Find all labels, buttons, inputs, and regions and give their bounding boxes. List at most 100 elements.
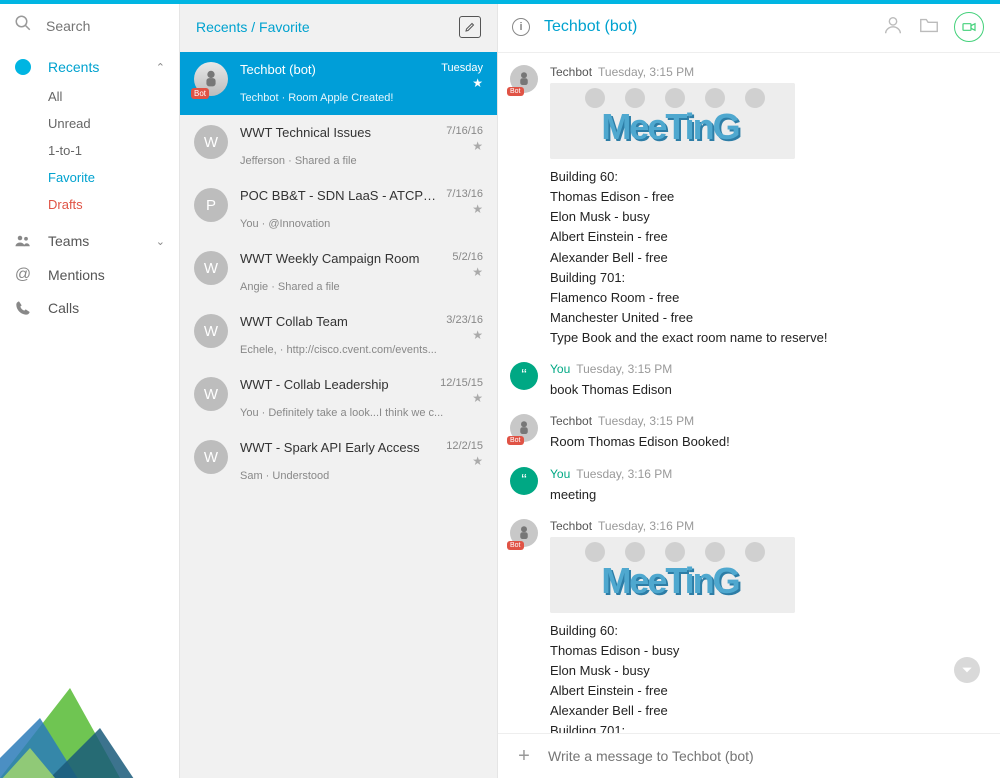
room-name: WWT Collab Team (240, 314, 348, 329)
room-time: 7/16/16 (446, 125, 483, 137)
room-body: WWT Technical Issues7/16/16★Jefferson · … (240, 125, 483, 167)
room-subtitle: Sam · Understood (240, 470, 483, 482)
search-input[interactable] (46, 18, 146, 34)
room-subtitle: Angie · Shared a file (240, 281, 483, 293)
nav-recents[interactable]: Recents ⌃ (0, 51, 179, 83)
nav-sub-drafts[interactable]: Drafts (48, 191, 179, 218)
star-icon[interactable]: ★ (472, 76, 483, 90)
room-time: 7/13/16 (446, 188, 483, 200)
clock-dot-icon (14, 59, 32, 75)
avatar: P (194, 188, 228, 222)
room-item[interactable]: W WWT - Collab Leadership 12/15/15★ You · D… (180, 367, 497, 430)
folder-icon[interactable] (918, 14, 940, 41)
user-avatar-icon: “ (510, 467, 538, 495)
message-text: Building 60:Thomas Edison - freeElon Mus… (550, 167, 984, 348)
user-avatar-icon: “ (510, 362, 538, 390)
nav-teams-label: Teams (48, 233, 140, 249)
star-icon[interactable]: ★ (472, 265, 483, 279)
chat-messages[interactable]: BotTechbotTuesday, 3:15 PMMeeTinGMeeTinG… (498, 53, 1000, 733)
brand-logo-decoration (0, 608, 170, 778)
nav-calls-label: Calls (48, 300, 165, 316)
room-meta: 12/15/15★ (440, 377, 483, 405)
room-name: WWT - Spark API Early Access (240, 440, 420, 455)
message-time: Tuesday, 3:16 PM (576, 467, 672, 481)
room-body: POC BB&T - SDN LaaS - ATCPOC... 7/13/16 ★ Y… (240, 188, 483, 230)
nav-calls[interactable]: Calls (0, 292, 179, 324)
room-list: BotTechbot (bot)Tuesday★Techbot · Room A… (180, 52, 497, 778)
info-icon[interactable]: i (512, 18, 530, 36)
bot-badge: Bot (507, 436, 524, 445)
compose-button[interactable] (459, 16, 481, 38)
room-name: WWT - Collab Leadership (240, 377, 389, 392)
message-input[interactable] (548, 748, 984, 764)
room-time: Tuesday (441, 62, 483, 74)
message-sender: You (550, 362, 570, 376)
chat-message: Bot TechbotTuesday, 3:15 PM MeeTinGMeeTinG… (510, 65, 984, 348)
avatar: W (194, 377, 228, 411)
room-subtitle: You · Definitely take a look...I think w… (240, 407, 483, 419)
message-meta: Techbot Tuesday, 3:15 PM (550, 414, 984, 428)
attach-plus-button[interactable]: + (514, 746, 534, 766)
avatar: W (194, 251, 228, 285)
room-item[interactable]: P POC BB&T - SDN LaaS - ATCPOC... 7/13/16 ★… (180, 178, 497, 241)
bot-avatar-icon: Bot (510, 414, 538, 442)
svg-text:MeeTinG: MeeTinG (601, 106, 738, 147)
room-list-header: Recents / Favorite (180, 4, 497, 52)
star-icon[interactable]: ★ (472, 202, 483, 216)
nav-sub-favorite[interactable]: Favorite (48, 164, 179, 191)
bot-avatar-icon: Bot (510, 65, 538, 93)
room-item[interactable]: WWWT - Spark API Early Access12/2/15★Sam… (180, 430, 497, 493)
nav-teams[interactable]: Teams ⌄ (0, 224, 179, 258)
room-body: Techbot (bot)Tuesday★Techbot · Room Appl… (240, 62, 483, 104)
star-icon[interactable]: ★ (472, 391, 483, 405)
star-icon[interactable]: ★ (472, 328, 483, 342)
room-name: WWT Weekly Campaign Room (240, 251, 419, 266)
room-meta: 12/2/15★ (446, 440, 483, 468)
message-sender: Techbot (550, 414, 592, 428)
message-time: Tuesday, 3:15 PM (576, 362, 672, 376)
room-subtitle: Echele, · http://cisco.cvent.com/events.… (240, 344, 483, 356)
message-time: Tuesday, 3:15 PM (598, 65, 694, 79)
message-text: meeting (550, 485, 984, 505)
room-meta: 7/13/16 ★ (446, 188, 483, 216)
chat-title: Techbot (bot) (544, 18, 868, 36)
room-subtitle: Techbot · Room Apple Created! (240, 92, 483, 104)
phone-icon (14, 300, 32, 316)
video-call-button[interactable] (954, 12, 984, 42)
room-item[interactable]: BotTechbot (bot)Tuesday★Techbot · Room A… (180, 52, 497, 115)
message-meta: You Tuesday, 3:15 PM (550, 362, 984, 376)
scroll-down-button[interactable] (954, 657, 980, 683)
person-icon[interactable] (882, 14, 904, 41)
message-sender: You (550, 467, 570, 481)
room-list-panel: Recents / Favorite BotTechbot (bot)Tuesd… (180, 4, 498, 778)
message-meta: TechbotTuesday, 3:15 PM (550, 65, 984, 79)
meeting-image: MeeTinGMeeTinG (550, 83, 795, 159)
room-body: WWT Collab Team3/23/16★Echele, · http://… (240, 314, 483, 356)
message-body: You Tuesday, 3:16 PM meeting (550, 467, 984, 505)
nav-sub-all[interactable]: All (48, 83, 179, 110)
chat-message: “YouTuesday, 3:15 PMbook Thomas Edison (510, 362, 984, 400)
chat-header-actions (882, 12, 984, 42)
chat-message: BotTechbotTuesday, 3:16 PMMeeTinGMeeTinG… (510, 519, 984, 733)
chat-message: “ You Tuesday, 3:16 PM meeting (510, 467, 984, 505)
message-text: Building 60:Thomas Edison - busyElon Mus… (550, 621, 984, 733)
meeting-image: MeeTinGMeeTinG (550, 537, 795, 613)
nav-mentions[interactable]: @ Mentions (0, 258, 179, 292)
people-icon (14, 232, 32, 250)
avatar: W (194, 125, 228, 159)
nav-sub-unread[interactable]: Unread (48, 110, 179, 137)
star-icon[interactable]: ★ (472, 139, 483, 153)
nav-sub-1-to-1[interactable]: 1-to-1 (48, 137, 179, 164)
message-time: Tuesday, 3:15 PM (598, 414, 694, 428)
room-meta: 7/16/16 ★ (446, 125, 483, 153)
room-name: POC BB&T - SDN LaaS - ATCPOC... (240, 188, 440, 203)
room-item[interactable]: WWWT Technical Issues7/16/16★Jefferson ·… (180, 115, 497, 178)
room-body: WWT - Collab Leadership 12/15/15★ You · De… (240, 377, 483, 419)
star-icon[interactable]: ★ (472, 454, 483, 468)
room-item[interactable]: WWWT Collab Team3/23/16★Echele, · http:/… (180, 304, 497, 367)
chat-panel: i Techbot (bot) BotTechbotTuesday, 3:15 … (498, 4, 1000, 778)
room-item[interactable]: WWWT Weekly Campaign Room5/2/16★Angie · … (180, 241, 497, 304)
nav-recents-sublist: AllUnread1-to-1FavoriteDrafts (0, 83, 179, 218)
message-body: TechbotTuesday, 3:16 PMMeeTinGMeeTinGBui… (550, 519, 984, 733)
room-subtitle: You · @Innovation (240, 218, 483, 230)
